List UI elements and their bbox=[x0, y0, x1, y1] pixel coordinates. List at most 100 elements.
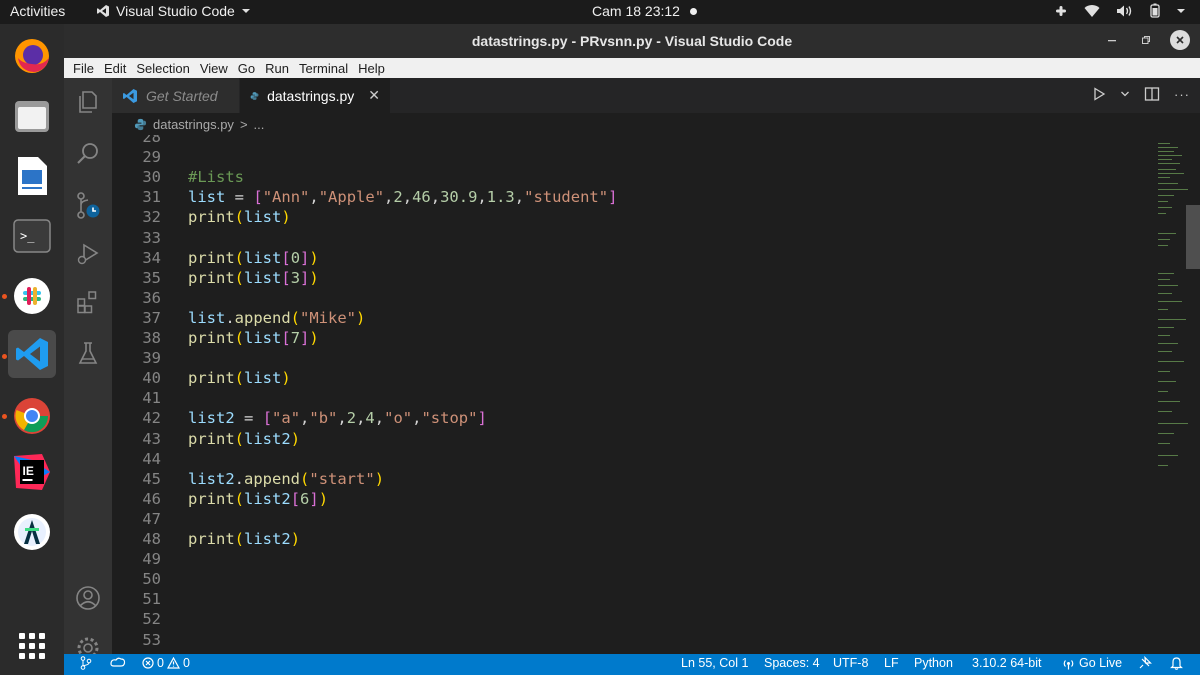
code-line[interactable]: 39 bbox=[112, 348, 1152, 368]
code-line[interactable]: 31 list = ["Ann","Apple",2,46,30.9,1.3,"s… bbox=[112, 187, 1152, 207]
code-line[interactable]: 40 print(list) bbox=[112, 368, 1152, 388]
extensions-button[interactable] bbox=[64, 278, 112, 326]
slack-launcher[interactable] bbox=[8, 272, 56, 320]
vscode-tab-icon bbox=[123, 88, 137, 103]
minimap[interactable] bbox=[1152, 135, 1200, 654]
intellij-launcher[interactable]: IE bbox=[8, 448, 56, 496]
code-line[interactable]: 32 print(list) bbox=[112, 207, 1152, 227]
code-line[interactable]: 36 bbox=[112, 288, 1152, 308]
tab-get-started[interactable]: Get Started bbox=[112, 78, 239, 113]
code-line[interactable]: 44 bbox=[112, 449, 1152, 469]
source-control-button[interactable] bbox=[64, 182, 112, 230]
files-launcher[interactable] bbox=[8, 92, 56, 140]
terminal-launcher[interactable]: >_ bbox=[8, 212, 56, 260]
search-icon bbox=[77, 143, 98, 164]
encoding[interactable]: UTF-8 bbox=[833, 656, 868, 670]
menu-file[interactable]: File bbox=[68, 61, 99, 76]
problems-indicator[interactable]: 0 0 bbox=[142, 656, 190, 670]
menu-run[interactable]: Run bbox=[260, 61, 294, 76]
remote-indicator[interactable] bbox=[80, 656, 92, 673]
python-interpreter[interactable]: 3.10.2 64-bit bbox=[972, 656, 1042, 670]
split-editor-icon[interactable] bbox=[1144, 86, 1160, 102]
run-dropdown-chevron-icon[interactable] bbox=[1120, 90, 1130, 98]
code-editor[interactable]: 28 29 30 #Lists 31 list = ["Ann","Apple",2,46… bbox=[112, 135, 1152, 654]
code-line[interactable]: 53 bbox=[112, 630, 1152, 650]
android-studio-launcher[interactable] bbox=[8, 508, 56, 556]
code-line[interactable]: 52 bbox=[112, 609, 1152, 629]
vscode-launcher[interactable] bbox=[8, 330, 56, 378]
code-line[interactable]: 43 print(list2) bbox=[112, 429, 1152, 449]
running-indicator bbox=[2, 414, 7, 419]
code-line[interactable]: 37 list.append("Mike") bbox=[112, 308, 1152, 328]
close-window-button[interactable] bbox=[1170, 30, 1190, 50]
vscode-icon bbox=[16, 338, 48, 370]
explorer-button[interactable] bbox=[64, 78, 112, 126]
code-line[interactable]: 28 bbox=[112, 135, 1152, 147]
code-line[interactable]: 49 bbox=[112, 549, 1152, 569]
clock[interactable]: Cam 18 23:12 bbox=[592, 3, 697, 19]
wifi-icon[interactable] bbox=[1084, 4, 1100, 18]
breadcrumb-file[interactable]: datastrings.py bbox=[153, 117, 234, 132]
menu-help[interactable]: Help bbox=[353, 61, 390, 76]
running-indicator bbox=[2, 294, 7, 299]
battery-icon[interactable] bbox=[1150, 3, 1160, 18]
line-number: 50 bbox=[142, 570, 161, 589]
code-line[interactable]: 46 print(list2[6]) bbox=[112, 489, 1152, 509]
menu-go[interactable]: Go bbox=[233, 61, 260, 76]
end-of-line[interactable]: LF bbox=[884, 656, 899, 670]
chrome-launcher[interactable] bbox=[8, 392, 56, 440]
cursor-position[interactable]: Ln 55, Col 1 bbox=[681, 656, 748, 670]
code-line[interactable]: 38 print(list[7]) bbox=[112, 328, 1152, 348]
code-line[interactable]: 34 print(list[0]) bbox=[112, 248, 1152, 268]
live-share-button[interactable] bbox=[110, 656, 126, 671]
notifications-button[interactable] bbox=[1170, 656, 1183, 673]
menu-selection[interactable]: Selection bbox=[131, 61, 194, 76]
live-share-icon bbox=[110, 657, 126, 667]
code-line[interactable]: 33 bbox=[112, 228, 1152, 248]
show-applications-button[interactable] bbox=[8, 622, 56, 670]
android-studio-icon bbox=[14, 514, 50, 550]
search-button[interactable] bbox=[64, 130, 112, 178]
accounts-button[interactable] bbox=[64, 574, 112, 622]
run-python-file-icon[interactable] bbox=[1092, 87, 1106, 101]
firefox-launcher[interactable] bbox=[8, 32, 56, 80]
menu-terminal[interactable]: Terminal bbox=[294, 61, 353, 76]
breadcrumb-separator: > bbox=[239, 116, 248, 132]
text-editor-launcher[interactable] bbox=[8, 152, 56, 200]
code-line[interactable]: 35 print(list[3]) bbox=[112, 268, 1152, 288]
more-actions-icon[interactable]: ··· bbox=[1174, 87, 1190, 102]
code-line[interactable]: 50 bbox=[112, 569, 1152, 589]
account-icon bbox=[76, 586, 100, 610]
code-line[interactable]: 47 bbox=[112, 509, 1152, 529]
testing-button[interactable] bbox=[64, 330, 112, 378]
code-line[interactable]: 30 #Lists bbox=[112, 167, 1152, 187]
code-line[interactable]: 29 bbox=[112, 147, 1152, 167]
code-line[interactable]: 51 bbox=[112, 589, 1152, 609]
code-line[interactable]: 42 list2 = ["a","b",2,4,"o","stop"] bbox=[112, 408, 1152, 428]
menu-edit[interactable]: Edit bbox=[99, 61, 131, 76]
run-debug-button[interactable] bbox=[64, 230, 112, 278]
language-mode[interactable]: Python bbox=[914, 656, 953, 670]
breadcrumb-symbols[interactable]: ... bbox=[254, 117, 265, 132]
go-live-button[interactable]: Go Live bbox=[1062, 656, 1122, 670]
code-text: #Lists bbox=[188, 168, 244, 187]
tab-datastrings[interactable]: datastrings.py ✕ bbox=[240, 78, 390, 113]
scrollbar-thumb[interactable] bbox=[1186, 205, 1200, 269]
code-line[interactable]: 41 bbox=[112, 388, 1152, 408]
indentation[interactable]: Spaces: 4 bbox=[764, 656, 820, 670]
slack-tray-icon[interactable] bbox=[1054, 4, 1068, 18]
app-menu[interactable]: Visual Studio Code bbox=[96, 3, 251, 19]
close-tab-icon[interactable]: ✕ bbox=[368, 87, 380, 104]
menu-view[interactable]: View bbox=[195, 61, 233, 76]
activities-button[interactable]: Activities bbox=[10, 3, 65, 19]
code-line[interactable]: 45 list2.append("start") bbox=[112, 469, 1152, 489]
breadcrumb: datastrings.py > ... bbox=[112, 113, 1152, 135]
system-tray[interactable] bbox=[1054, 3, 1186, 18]
window-titlebar[interactable]: datastrings.py - PRvsnn.py - Visual Stud… bbox=[64, 24, 1200, 58]
maximize-button[interactable] bbox=[1136, 30, 1156, 50]
minimize-button[interactable] bbox=[1102, 30, 1122, 50]
power-menu-caret-icon[interactable] bbox=[1176, 7, 1186, 15]
code-line[interactable]: 48 print(list2) bbox=[112, 529, 1152, 549]
feedback-button[interactable] bbox=[1138, 655, 1152, 673]
volume-icon[interactable] bbox=[1116, 4, 1134, 18]
